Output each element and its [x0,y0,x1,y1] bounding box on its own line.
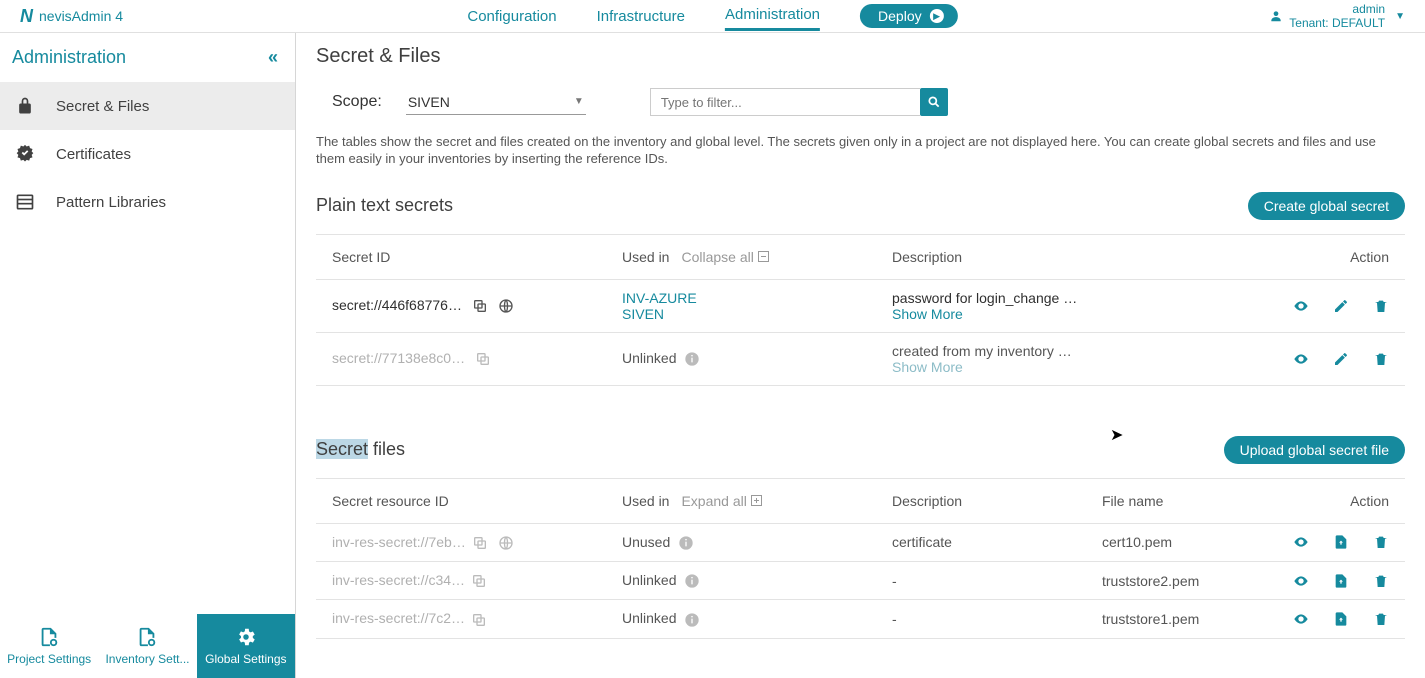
lock-icon [14,95,36,117]
scope-label: Scope: [332,93,382,111]
col-secret-id: Secret ID [316,234,606,279]
pencil-icon[interactable] [1333,298,1349,314]
gear-file-icon [136,626,158,648]
page-title: Secret & Files [316,45,1405,68]
eye-icon[interactable] [1293,611,1309,627]
sidebar-item-certificates[interactable]: Certificates [0,130,295,178]
copy-icon[interactable] [471,612,487,628]
trash-icon[interactable] [1373,351,1389,367]
brand: N nevisAdmin 4 [20,6,123,27]
main-content: Secret & Files Scope: SIVEN ▼ The tables… [296,33,1425,678]
chevron-down-icon: ▼ [574,96,584,107]
play-icon: ▶ [930,9,944,23]
chevron-down-icon: ▼ [1395,11,1405,22]
user-menu[interactable]: admin Tenant: DEFAULT ▼ [1269,2,1405,31]
globe-icon [498,298,514,314]
verified-icon [14,143,36,165]
brand-icon: N [20,6,33,27]
deploy-button[interactable]: Deploy ▶ [860,4,958,28]
eye-icon[interactable] [1293,534,1309,550]
download-file-icon[interactable] [1333,534,1349,550]
col-resource-id: Secret resource ID [316,478,606,523]
tab-project-settings[interactable]: Project Settings [0,614,98,678]
eye-icon[interactable] [1293,573,1309,589]
copy-icon[interactable] [471,573,487,589]
filter-input[interactable] [650,88,920,116]
pencil-icon[interactable] [1333,351,1349,367]
files-table: Secret resource ID Used in Expand all Des… [316,478,1405,639]
col-action: Action [1255,234,1405,279]
table-row: secret://77138e8c0… Unlinked created fro… [316,332,1405,385]
upload-global-secret-file-button[interactable]: Upload global secret file [1224,436,1405,464]
files-title: Secret files [316,439,405,460]
col-used: Used in [622,493,669,509]
table-row: secret://446f68776… INV-AZURESIVEN passw… [316,279,1405,332]
brand-text: nevisAdmin 4 [39,8,123,24]
gear-file-icon [38,626,60,648]
gear-icon [235,626,257,648]
secrets-table: Secret ID Used in Collapse all Descriptio… [316,234,1405,386]
sidebar-item-secret-files[interactable]: Secret & Files [0,82,295,130]
col-used: Used in [622,249,669,265]
col-action: Action [1255,478,1405,523]
info-icon[interactable] [684,573,700,589]
deploy-label: Deploy [878,8,922,24]
col-desc: Description [876,234,1255,279]
collapse-all[interactable]: Collapse all [681,249,768,265]
used-link[interactable]: SIVEN [622,306,664,322]
show-more[interactable]: Show More [892,359,963,375]
info-icon[interactable] [684,612,700,628]
col-file: File name [1086,478,1255,523]
nav-infrastructure[interactable]: Infrastructure [597,3,685,30]
info-icon[interactable] [678,535,694,551]
trash-icon[interactable] [1373,611,1389,627]
sidebar-item-label: Secret & Files [56,98,149,115]
secrets-title: Plain text secrets [316,195,453,216]
top-nav: Configuration Infrastructure Administrat… [467,1,957,31]
search-button[interactable] [920,88,948,116]
trash-icon[interactable] [1373,573,1389,589]
search-icon [927,95,941,109]
tab-global-settings[interactable]: Global Settings [197,614,295,678]
download-file-icon[interactable] [1333,611,1349,627]
create-global-secret-button[interactable]: Create global secret [1248,192,1405,220]
download-file-icon[interactable] [1333,573,1349,589]
show-more[interactable]: Show More [892,306,963,322]
sidebar: Administration « Secret & Files Certific… [0,33,296,678]
help-text: The tables show the secret and files cre… [316,134,1405,168]
copy-icon[interactable] [472,298,488,314]
copy-icon[interactable] [475,351,491,367]
sidebar-collapse-icon[interactable]: « [268,47,273,68]
topbar: N nevisAdmin 4 Configuration Infrastruct… [0,0,1425,33]
user-name: admin [1289,2,1385,16]
nav-configuration[interactable]: Configuration [467,3,556,30]
trash-icon[interactable] [1373,298,1389,314]
trash-icon[interactable] [1373,534,1389,550]
copy-icon[interactable] [472,535,488,551]
nav-administration[interactable]: Administration [725,1,820,31]
globe-icon [498,535,514,551]
table-row: inv-res-secret://7eb… Unused certificate… [316,523,1405,561]
expand-all[interactable]: Expand all [681,493,761,509]
user-icon [1269,9,1283,23]
tab-inventory-settings[interactable]: Inventory Sett... [98,614,196,678]
library-icon [14,191,36,213]
scope-select[interactable]: SIVEN ▼ [406,90,586,115]
eye-icon[interactable] [1293,351,1309,367]
col-desc: Description [876,478,1086,523]
table-row: inv-res-secret://c34… Unlinked - trustst… [316,562,1405,600]
table-row: inv-res-secret://7c2… Unlinked - trustst… [316,600,1405,638]
used-link[interactable]: INV-AZURE [622,290,697,306]
bottom-tabs: Project Settings Inventory Sett... Globa… [0,614,295,678]
sidebar-item-label: Certificates [56,146,131,163]
sidebar-item-label: Pattern Libraries [56,194,166,211]
info-icon[interactable] [684,351,700,367]
scope-value: SIVEN [408,94,450,110]
sidebar-item-pattern-libraries[interactable]: Pattern Libraries [0,178,295,226]
eye-icon[interactable] [1293,298,1309,314]
user-tenant: Tenant: DEFAULT [1289,16,1385,30]
sidebar-title: Administration [12,47,126,68]
